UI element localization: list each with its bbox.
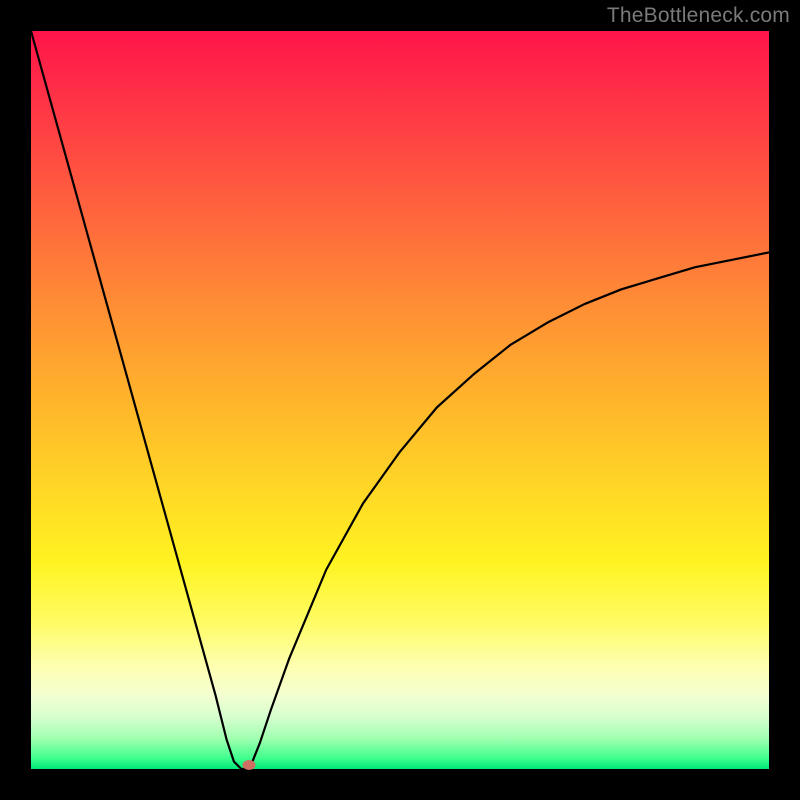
bottleneck-curve bbox=[31, 31, 769, 769]
curve-path bbox=[31, 31, 769, 769]
minimum-marker bbox=[243, 760, 256, 770]
watermark-text: TheBottleneck.com bbox=[607, 4, 790, 28]
chart-frame: TheBottleneck.com bbox=[0, 0, 800, 800]
plot-area bbox=[31, 31, 769, 769]
